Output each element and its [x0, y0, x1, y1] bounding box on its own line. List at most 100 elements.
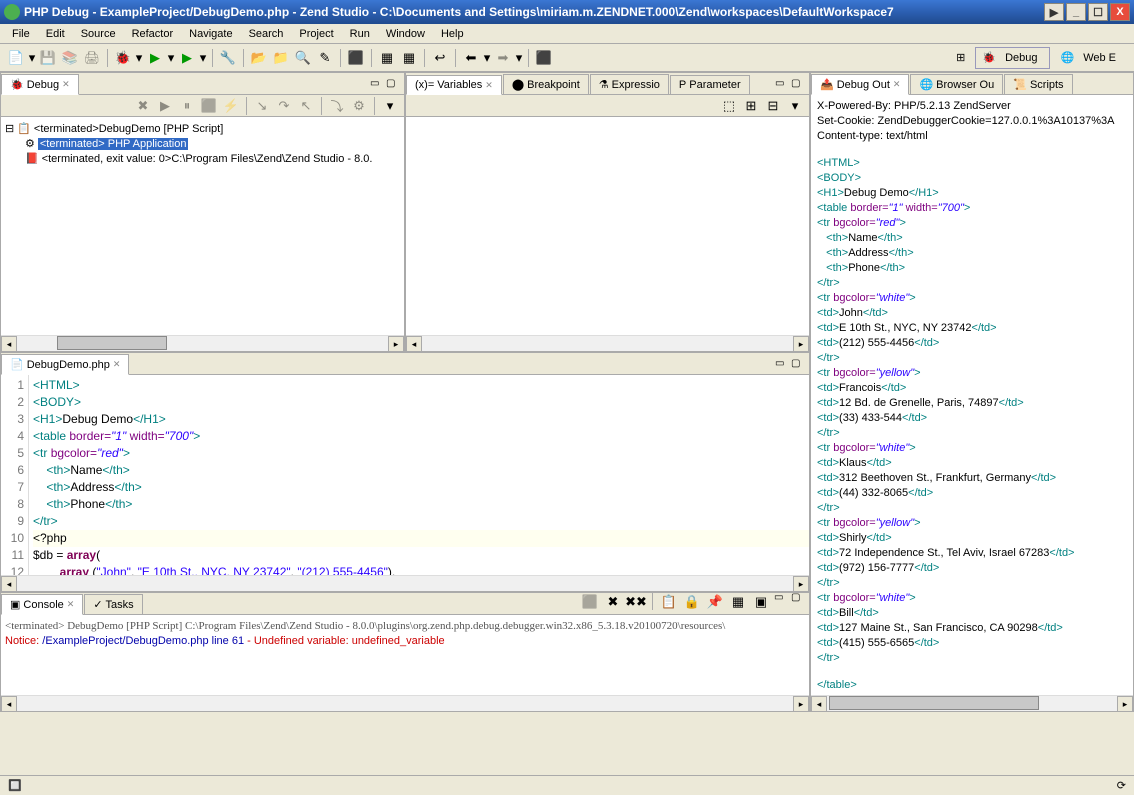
- tab-debug[interactable]: 🐞 Debug ✕: [1, 74, 79, 95]
- back-button[interactable]: ⬅: [461, 48, 481, 68]
- fast-view-button[interactable]: ▶: [1044, 3, 1064, 21]
- print-button[interactable]: 🖨: [82, 48, 102, 68]
- scroll-left-icon[interactable]: ◂: [406, 336, 422, 352]
- tab-tasks[interactable]: ✓ Tasks: [84, 594, 142, 614]
- debug-menu-icon[interactable]: ▾: [380, 96, 400, 116]
- collapse-all-icon[interactable]: ⊟: [763, 96, 783, 116]
- menu-run[interactable]: Run: [342, 26, 378, 42]
- use-step-filters-icon[interactable]: ⚙: [349, 96, 369, 116]
- open-resource-button[interactable]: 📁: [271, 48, 291, 68]
- maximize-pane-icon[interactable]: ▢: [791, 358, 805, 372]
- console-hscroll[interactable]: ◂ ▸: [1, 695, 809, 711]
- scroll-left-icon[interactable]: ◂: [1, 576, 17, 592]
- scroll-lock-icon[interactable]: 🔒: [682, 592, 702, 612]
- step-over-icon[interactable]: ↷: [274, 96, 294, 116]
- editor-hscroll[interactable]: ◂ ▸: [1, 575, 809, 591]
- tab-debug-output[interactable]: 📤 Debug Out ✕: [811, 74, 909, 95]
- open-perspective-button[interactable]: ⊞: [950, 49, 971, 66]
- editor-body[interactable]: 123456789101112 <HTML> <BODY> <H1>Debug …: [1, 375, 809, 575]
- terminate-console-icon[interactable]: ⬛: [580, 592, 600, 612]
- last-edit-button[interactable]: ↩: [430, 48, 450, 68]
- menu-help[interactable]: Help: [433, 26, 472, 42]
- scroll-right-icon[interactable]: ▸: [1117, 696, 1133, 712]
- annotate-button[interactable]: ✎: [315, 48, 335, 68]
- remove-terminated-icon[interactable]: ✖: [133, 96, 153, 116]
- new-button[interactable]: 📄: [6, 48, 26, 68]
- step-return-icon[interactable]: ↖: [296, 96, 316, 116]
- menu-edit[interactable]: Edit: [38, 26, 73, 42]
- show-type-names-icon[interactable]: ⬚: [719, 96, 739, 116]
- run-button[interactable]: ▶: [145, 48, 165, 68]
- search-button[interactable]: 🔍: [293, 48, 313, 68]
- remove-all-icon[interactable]: ✖✖: [626, 592, 646, 612]
- display-selected-icon[interactable]: ▦: [728, 592, 748, 612]
- tab-expressions[interactable]: ⚗ Expressio: [590, 74, 669, 94]
- forward-dropdown[interactable]: ▾: [515, 48, 523, 68]
- minimize-pane-icon[interactable]: ▭: [774, 592, 788, 606]
- debug-dropdown[interactable]: ▾: [135, 48, 143, 68]
- debug-hscroll[interactable]: ◂ ▸: [1, 335, 404, 351]
- menu-project[interactable]: Project: [291, 26, 341, 42]
- debug-tree[interactable]: ⊟ 📋 <terminated>DebugDemo [PHP Script] ⚙…: [1, 117, 404, 335]
- open-console-icon[interactable]: ▣: [751, 592, 771, 612]
- next-annotation-button[interactable]: ▦: [377, 48, 397, 68]
- run-last-button[interactable]: ▶: [177, 48, 197, 68]
- view-menu-icon[interactable]: ▾: [785, 96, 805, 116]
- status-icon[interactable]: 🔲: [8, 779, 22, 792]
- tab-variables[interactable]: (x)= Variables ✕: [406, 75, 502, 95]
- external-tools-button[interactable]: 🔧: [218, 48, 238, 68]
- forward-button[interactable]: ➡: [493, 48, 513, 68]
- tab-editor-file[interactable]: 📄 DebugDemo.php ✕: [1, 354, 129, 375]
- tab-browser-output[interactable]: 🌐 Browser Ou: [910, 74, 1003, 94]
- show-logical-icon[interactable]: ⊞: [741, 96, 761, 116]
- new-dropdown[interactable]: ▾: [28, 48, 36, 68]
- menu-search[interactable]: Search: [241, 26, 292, 42]
- scroll-left-icon[interactable]: ◂: [1, 336, 17, 352]
- maximize-pane-icon[interactable]: ▢: [791, 78, 805, 92]
- step-into-icon[interactable]: ↘: [252, 96, 272, 116]
- tab-scripts[interactable]: 📜 Scripts: [1004, 74, 1072, 94]
- scroll-right-icon[interactable]: ▸: [793, 696, 809, 712]
- tree-root[interactable]: ⊟ 📋 <terminated>DebugDemo [PHP Script]: [5, 121, 400, 136]
- maximize-button[interactable]: ☐: [1088, 3, 1108, 21]
- tab-parameters[interactable]: P Parameter: [670, 75, 750, 94]
- menu-source[interactable]: Source: [73, 26, 124, 42]
- scroll-right-icon[interactable]: ▸: [388, 336, 404, 352]
- drop-frame-icon[interactable]: ⤵: [327, 96, 347, 116]
- terminate-icon[interactable]: ⬛: [199, 96, 219, 116]
- scroll-left-icon[interactable]: ◂: [1, 696, 17, 712]
- save-button[interactable]: 💾: [38, 48, 58, 68]
- clear-console-icon[interactable]: 📋: [659, 592, 679, 612]
- run-last-dropdown[interactable]: ▾: [199, 48, 207, 68]
- minimize-pane-icon[interactable]: ▭: [370, 78, 384, 92]
- maximize-pane-icon[interactable]: ▢: [386, 78, 400, 92]
- debug-button[interactable]: 🐞: [113, 48, 133, 68]
- remove-launch-icon[interactable]: ✖: [603, 592, 623, 612]
- run-dropdown[interactable]: ▾: [167, 48, 175, 68]
- menu-window[interactable]: Window: [378, 26, 433, 42]
- suspend-icon[interactable]: ⏸: [177, 96, 197, 116]
- perspective-web[interactable]: 🌐 Web E: [1054, 48, 1128, 68]
- perspective-debug[interactable]: 🐞 Debug: [975, 47, 1050, 69]
- menu-refactor[interactable]: Refactor: [124, 26, 182, 42]
- menu-navigate[interactable]: Navigate: [181, 26, 240, 42]
- open-type-button[interactable]: 📂: [249, 48, 269, 68]
- disconnect-icon[interactable]: ⚡: [221, 96, 241, 116]
- tree-app[interactable]: ⚙ <terminated> PHP Application: [5, 136, 400, 151]
- minimize-pane-icon[interactable]: ▭: [775, 78, 789, 92]
- tab-console[interactable]: ▣ Console ✕: [1, 594, 83, 615]
- menu-file[interactable]: File: [4, 26, 38, 42]
- scroll-left-icon[interactable]: ◂: [811, 696, 827, 712]
- vars-hscroll[interactable]: ◂ ▸: [406, 335, 809, 351]
- prev-annotation-button[interactable]: ▦: [399, 48, 419, 68]
- back-dropdown[interactable]: ▾: [483, 48, 491, 68]
- output-hscroll[interactable]: ◂ ▸: [811, 695, 1133, 711]
- scroll-right-icon[interactable]: ▸: [793, 336, 809, 352]
- minimize-button[interactable]: _: [1066, 3, 1086, 21]
- console-body[interactable]: <terminated> DebugDemo [PHP Script] C:\P…: [1, 615, 809, 695]
- pin-console-icon[interactable]: 📌: [705, 592, 725, 612]
- tree-exit[interactable]: 📕 <terminated, exit value: 0>C:\Program …: [5, 151, 400, 166]
- stop-button[interactable]: ⬛: [534, 48, 554, 68]
- tab-breakpoints[interactable]: ⬤ Breakpoint: [503, 74, 589, 94]
- scroll-right-icon[interactable]: ▸: [793, 576, 809, 592]
